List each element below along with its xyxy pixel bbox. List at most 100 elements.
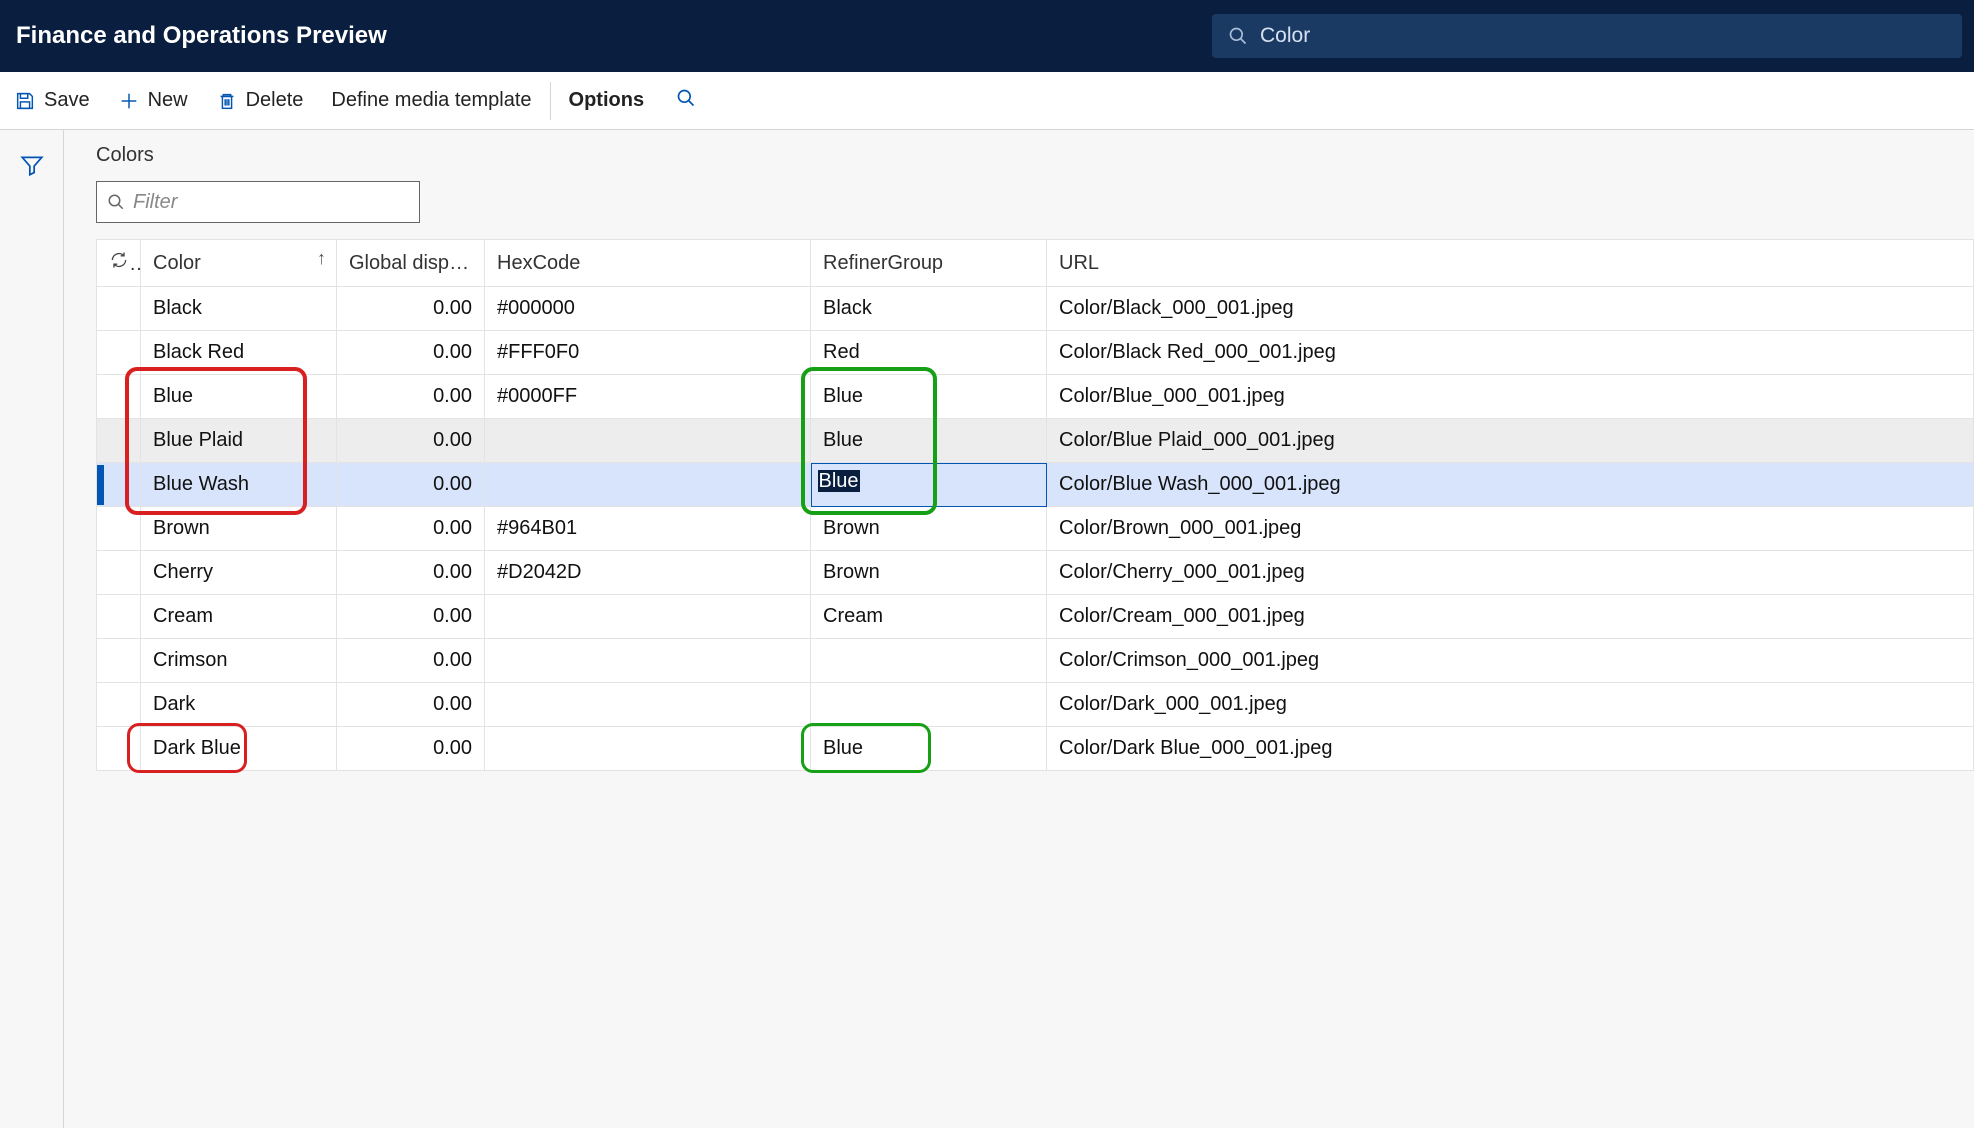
options-button[interactable]: Options [555, 72, 659, 129]
cell-refiner[interactable]: Red [811, 331, 1047, 375]
cell-gdo[interactable]: 0.00 [337, 683, 485, 727]
row-marker-cell[interactable] [97, 507, 141, 551]
save-button[interactable]: Save [0, 72, 104, 129]
quick-filter[interactable] [96, 181, 420, 223]
cell-hex[interactable] [485, 639, 811, 683]
cell-url[interactable]: Color/Blue Wash_000_001.jpeg [1047, 463, 1974, 507]
table-row[interactable]: Dark Blue0.00 BlueColor/Dark Blue_000_001… [97, 727, 1974, 771]
cell-color[interactable]: Blue [141, 375, 337, 419]
filter-pane-toggle[interactable] [19, 152, 45, 1128]
cell-hex[interactable] [485, 463, 811, 507]
col-header-hex[interactable]: HexCode [485, 240, 811, 287]
cell-color[interactable]: Cream [141, 595, 337, 639]
col-header-refiner[interactable]: RefinerGroup [811, 240, 1047, 287]
cell-hex[interactable] [485, 683, 811, 727]
cell-color[interactable]: Blue Plaid [141, 419, 337, 463]
cell-url[interactable]: Color/Dark Blue_000_001.jpeg [1047, 727, 1974, 771]
col-header-url[interactable]: URL [1047, 240, 1974, 287]
cell-gdo[interactable]: 0.00 [337, 375, 485, 419]
toolbar: Save New Delete Define media template Op… [0, 72, 1974, 130]
table-row[interactable]: Cream0.00CreamColor/Cream_000_001.jpeg [97, 595, 1974, 639]
cell-hex[interactable]: #0000FF [485, 375, 811, 419]
cell-gdo[interactable]: 0.00 [337, 551, 485, 595]
table-row[interactable]: Crimson0.00 Color/Crimson_000_001.jpeg [97, 639, 1974, 683]
cell-refiner[interactable]: Blue [811, 727, 1047, 771]
row-marker-cell[interactable] [97, 463, 141, 507]
toolbar-search-button[interactable] [658, 88, 714, 113]
cell-hex[interactable]: #D2042D [485, 551, 811, 595]
table-row[interactable]: Dark0.00 Color/Dark_000_001.jpeg [97, 683, 1974, 727]
cell-url[interactable]: Color/Brown_000_001.jpeg [1047, 507, 1974, 551]
row-marker-cell[interactable] [97, 419, 141, 463]
cell-color[interactable]: Dark [141, 683, 337, 727]
cell-refiner[interactable]: Blue [811, 375, 1047, 419]
cell-color[interactable]: Cherry [141, 551, 337, 595]
global-search-input[interactable] [1260, 24, 1946, 48]
save-icon [14, 90, 36, 112]
row-marker-cell[interactable] [97, 683, 141, 727]
cell-color[interactable]: Dark Blue [141, 727, 337, 771]
row-marker-cell[interactable] [97, 331, 141, 375]
cell-hex[interactable] [485, 595, 811, 639]
cell-gdo[interactable]: 0.00 [337, 595, 485, 639]
row-marker-cell[interactable] [97, 551, 141, 595]
cell-color[interactable]: Brown [141, 507, 337, 551]
cell-gdo[interactable]: 0.00 [337, 463, 485, 507]
cell-gdo[interactable]: 0.00 [337, 639, 485, 683]
cell-url[interactable]: Color/Blue Plaid_000_001.jpeg [1047, 419, 1974, 463]
quick-filter-input[interactable] [133, 191, 409, 214]
col-header-gdo[interactable]: Global display ... [337, 240, 485, 287]
search-icon [107, 193, 125, 211]
cell-url[interactable]: Color/Crimson_000_001.jpeg [1047, 639, 1974, 683]
table-row[interactable]: Black Red0.00#FFF0F0RedColor/Black Red_0… [97, 331, 1974, 375]
cell-gdo[interactable]: 0.00 [337, 287, 485, 331]
cell-refiner[interactable]: Cream [811, 595, 1047, 639]
cell-gdo[interactable]: 0.00 [337, 727, 485, 771]
trash-icon [216, 90, 238, 112]
cell-url[interactable]: Color/Blue_000_001.jpeg [1047, 375, 1974, 419]
new-label: New [148, 89, 188, 112]
cell-url[interactable]: Color/Black Red_000_001.jpeg [1047, 331, 1974, 375]
cell-hex[interactable] [485, 727, 811, 771]
cell-hex[interactable]: #964B01 [485, 507, 811, 551]
cell-url[interactable]: Color/Cream_000_001.jpeg [1047, 595, 1974, 639]
cell-hex[interactable]: #FFF0F0 [485, 331, 811, 375]
define-media-button[interactable]: Define media template [317, 72, 545, 129]
row-marker-cell[interactable] [97, 727, 141, 771]
row-marker-cell[interactable] [97, 287, 141, 331]
cell-gdo[interactable]: 0.00 [337, 331, 485, 375]
cell-refiner[interactable]: Brown [811, 551, 1047, 595]
cell-refiner[interactable]: Blue [811, 419, 1047, 463]
cell-hex[interactable]: #000000 [485, 287, 811, 331]
cell-color[interactable]: Blue Wash [141, 463, 337, 507]
new-button[interactable]: New [104, 72, 202, 129]
active-cell-editor[interactable]: Blue [811, 463, 1047, 507]
cell-url[interactable]: Color/Cherry_000_001.jpeg [1047, 551, 1974, 595]
table-row[interactable]: Black0.00#000000BlackColor/Black_000_001… [97, 287, 1974, 331]
cell-url[interactable]: Color/Black_000_001.jpeg [1047, 287, 1974, 331]
cell-refiner[interactable]: Black [811, 287, 1047, 331]
cell-color[interactable]: Black Red [141, 331, 337, 375]
row-marker-cell[interactable] [97, 595, 141, 639]
cell-hex[interactable] [485, 419, 811, 463]
table-row[interactable]: Brown0.00#964B01BrownColor/Brown_000_001… [97, 507, 1974, 551]
table-row[interactable]: Blue0.00#0000FFBlueColor/Blue_000_001.jp… [97, 375, 1974, 419]
refresh-header[interactable] [97, 240, 141, 287]
row-marker-cell[interactable] [97, 639, 141, 683]
table-row[interactable]: Cherry0.00#D2042DBrownColor/Cherry_000_0… [97, 551, 1974, 595]
cell-refiner[interactable] [811, 683, 1047, 727]
cell-color[interactable]: Black [141, 287, 337, 331]
cell-refiner[interactable] [811, 639, 1047, 683]
sort-asc-icon: ↑ [317, 248, 326, 269]
global-search[interactable] [1212, 14, 1962, 58]
table-row[interactable]: Blue Plaid0.00 BlueColor/Blue Plaid_000_0… [97, 419, 1974, 463]
delete-button[interactable]: Delete [202, 72, 318, 129]
cell-gdo[interactable]: 0.00 [337, 419, 485, 463]
cell-color[interactable]: Crimson [141, 639, 337, 683]
cell-url[interactable]: Color/Dark_000_001.jpeg [1047, 683, 1974, 727]
col-label: RefinerGroup [823, 252, 943, 274]
cell-gdo[interactable]: 0.00 [337, 507, 485, 551]
row-marker-cell[interactable] [97, 375, 141, 419]
cell-refiner[interactable]: Brown [811, 507, 1047, 551]
col-header-color[interactable]: Color↑ [141, 240, 337, 287]
